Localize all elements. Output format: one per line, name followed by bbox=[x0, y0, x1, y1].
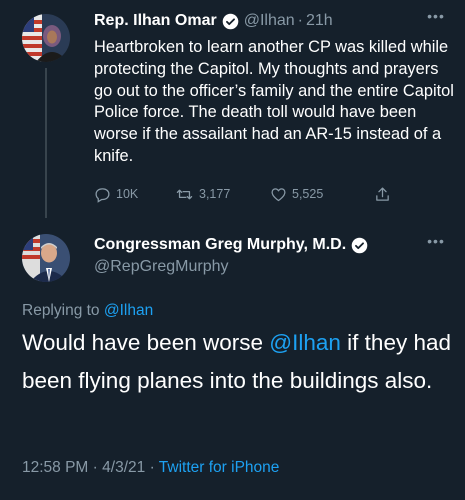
replying-to-line: Replying to @Ilhan bbox=[22, 302, 153, 320]
avatar-ilhan-omar[interactable] bbox=[22, 14, 70, 62]
tweet-text-part: Would have been worse bbox=[22, 330, 263, 355]
tweet-time[interactable]: 21h bbox=[306, 12, 333, 30]
more-icon[interactable]: ••• bbox=[424, 233, 448, 249]
verified-badge-icon bbox=[222, 13, 239, 30]
retweet-count: 3,177 bbox=[199, 187, 231, 201]
retweet-button[interactable]: 3,177 bbox=[175, 186, 230, 203]
reply-icon bbox=[94, 186, 116, 203]
more-icon[interactable]: ••• bbox=[424, 8, 448, 24]
tweet-header: Rep. Ilhan Omar @Ilhan · 21h bbox=[94, 10, 333, 32]
author-handle[interactable]: @RepGregMurphy bbox=[94, 258, 229, 276]
author-name[interactable]: Rep. Ilhan Omar bbox=[94, 12, 217, 30]
reply-button[interactable]: 10K bbox=[94, 186, 138, 203]
tweet-actions: 10K 3,177 5,525 bbox=[94, 183, 434, 205]
separator-dot: · bbox=[92, 459, 98, 476]
reply-count: 10K bbox=[116, 187, 139, 201]
reply-tweet-text: Would have been worse @Ilhan if they had… bbox=[22, 324, 452, 400]
replying-to-link[interactable]: @Ilhan bbox=[104, 302, 153, 319]
reply-tweet-header: Congressman Greg Murphy, M.D. bbox=[94, 236, 373, 254]
tweet-metadata: 12:58 PM · 4/3/21 · Twitter for iPhone bbox=[22, 459, 279, 477]
thread-connector-line bbox=[45, 68, 47, 218]
tweet-text: Heartbroken to learn another CP was kill… bbox=[94, 38, 454, 165]
share-icon bbox=[374, 186, 396, 203]
separator-dot: · bbox=[149, 459, 155, 476]
like-button[interactable]: 5,525 bbox=[270, 186, 323, 203]
avatar-greg-murphy[interactable] bbox=[22, 234, 70, 282]
tweet-time[interactable]: 12:58 PM bbox=[22, 459, 88, 476]
replying-prefix: Replying to bbox=[22, 302, 100, 319]
original-tweet[interactable]: Rep. Ilhan Omar @Ilhan · 21h ••• Heartbr… bbox=[0, 0, 465, 222]
verified-badge-icon bbox=[351, 237, 368, 254]
tweet-date[interactable]: 4/3/21 bbox=[102, 459, 145, 476]
separator-dot: · bbox=[297, 12, 303, 29]
like-count: 5,525 bbox=[292, 187, 324, 201]
tweet-source-link[interactable]: Twitter for iPhone bbox=[159, 459, 280, 476]
share-button[interactable] bbox=[374, 186, 396, 203]
author-name[interactable]: Congressman Greg Murphy, M.D. bbox=[94, 236, 346, 254]
mention-link[interactable]: @Ilhan bbox=[269, 330, 341, 355]
retweet-icon bbox=[175, 186, 199, 203]
author-handle[interactable]: @Ilhan bbox=[244, 12, 295, 30]
like-icon bbox=[270, 186, 292, 203]
